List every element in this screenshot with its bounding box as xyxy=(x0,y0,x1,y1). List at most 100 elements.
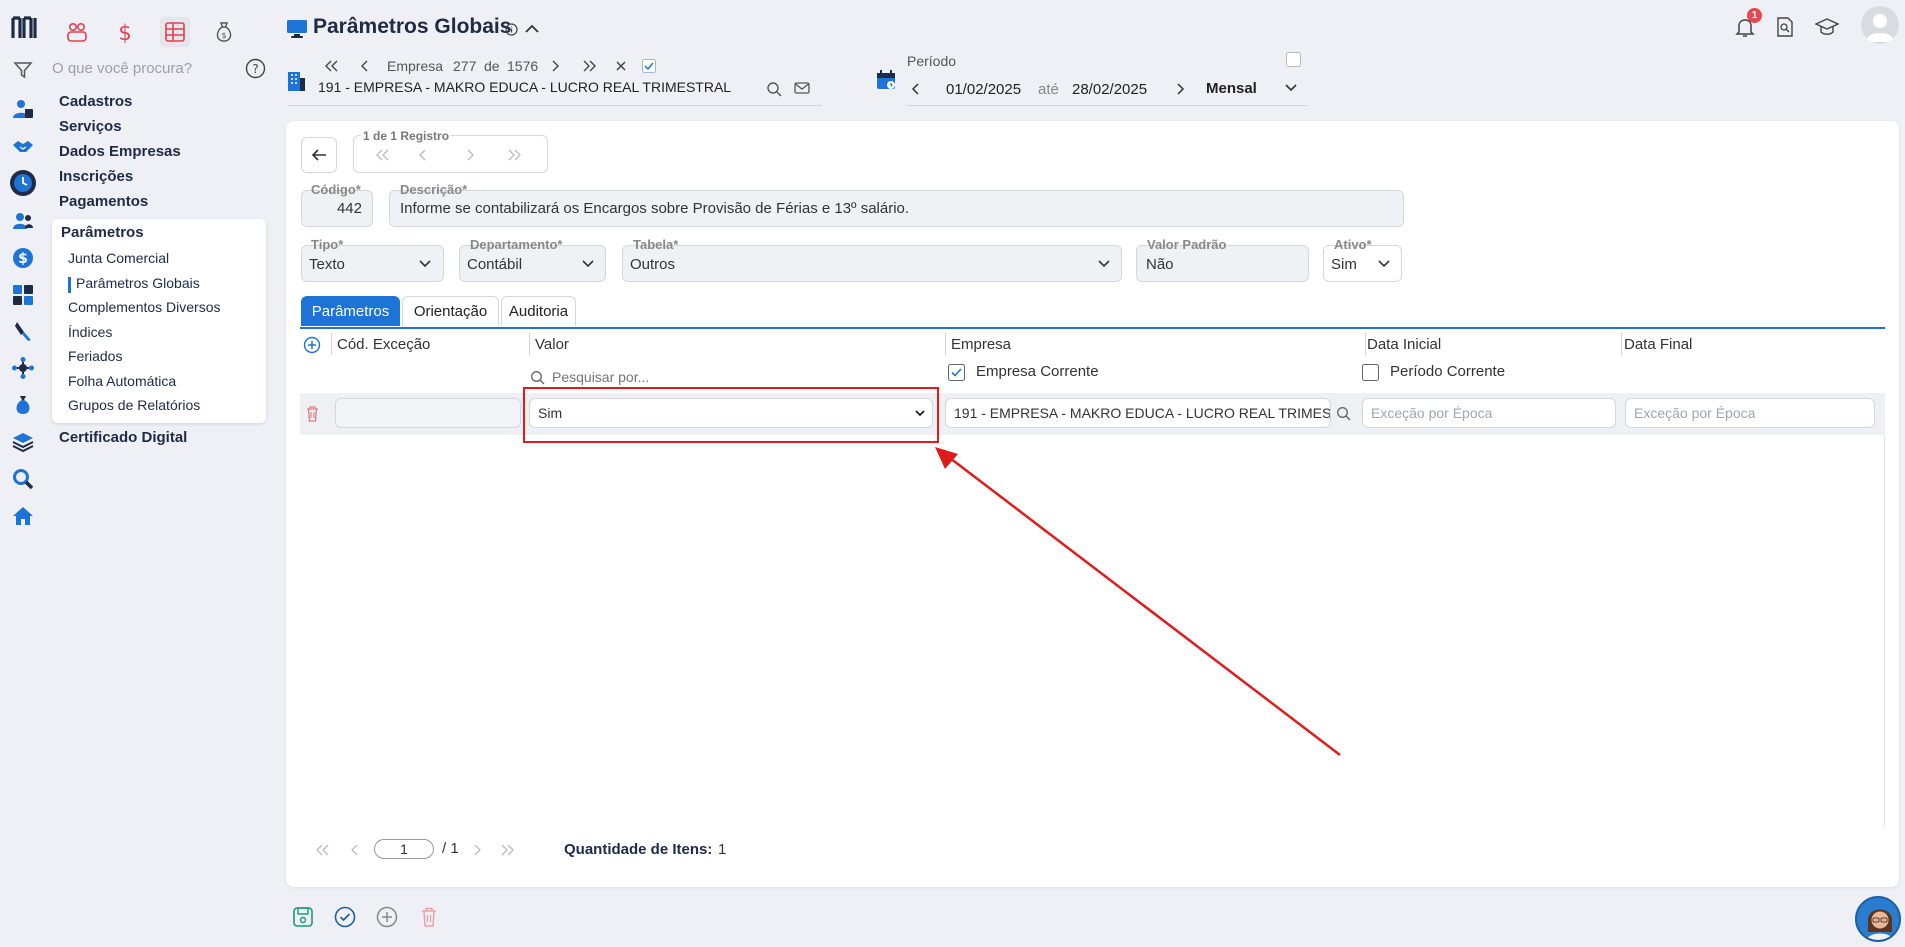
descricao-field[interactable]: Informe se contabilizará os Encargos sob… xyxy=(389,190,1404,227)
collapse-chevron-icon[interactable] xyxy=(524,22,540,36)
table-module-icon[interactable] xyxy=(160,17,190,47)
save-icon[interactable] xyxy=(292,906,314,928)
empresa-search-icon[interactable] xyxy=(1336,406,1351,421)
submenu-item-feriados[interactable]: Feriados xyxy=(68,348,122,364)
descricao-value: Informe se contabilizará os Encargos sob… xyxy=(400,200,910,217)
network-icon[interactable] xyxy=(10,355,36,381)
pager-last-icon[interactable] xyxy=(500,843,516,857)
column-divider xyxy=(529,333,530,355)
submenu-item-folha-automatica[interactable]: Folha Automática xyxy=(68,373,176,389)
tab-parametros[interactable]: Parâmetros xyxy=(301,296,400,326)
pager-page-input[interactable]: 1 xyxy=(374,839,434,859)
col-data-final[interactable]: Data Final xyxy=(1624,336,1692,353)
app-logo-icon[interactable] xyxy=(11,15,37,41)
mail-icon[interactable] xyxy=(794,81,810,95)
next-record-icon[interactable] xyxy=(465,148,475,162)
col-cod-excecao[interactable]: Cód. Exceção xyxy=(337,336,430,353)
company-name[interactable]: 191 - EMPRESA - MAKRO EDUCA - LUCRO REAL… xyxy=(318,79,731,95)
period-end[interactable]: 28/02/2025 xyxy=(1072,81,1147,98)
money-module-icon[interactable]: $ xyxy=(209,17,239,47)
dollar-coin-icon[interactable]: $ xyxy=(10,245,36,271)
tab-auditoria[interactable]: Auditoria xyxy=(501,296,576,326)
tabela-label: Tabela* xyxy=(633,237,679,252)
delete-icon[interactable] xyxy=(419,906,439,928)
active-indicator xyxy=(68,277,71,293)
menu-dados-empresas[interactable]: Dados Empresas xyxy=(59,143,181,160)
add-row-icon[interactable] xyxy=(303,336,321,354)
info-icon[interactable] xyxy=(505,23,518,36)
sidebar-search-input[interactable] xyxy=(52,57,242,79)
period-start[interactable]: 01/02/2025 xyxy=(946,81,1021,98)
submenu-item-parametros-globais[interactable]: Parâmetros Globais xyxy=(76,275,200,291)
record-nav-label: 1 de 1 Registro xyxy=(361,129,452,143)
valor-padrao-label: Valor Padrão xyxy=(1147,237,1227,252)
user-avatar[interactable] xyxy=(1861,6,1899,44)
help-icon[interactable]: ? xyxy=(245,58,266,79)
submenu-item-indices[interactable]: Índices xyxy=(68,324,112,340)
money-bag-icon[interactable] xyxy=(10,392,36,418)
magnifier-icon[interactable] xyxy=(10,466,36,492)
annotation-arrow-icon xyxy=(935,447,1341,756)
next-period-icon[interactable] xyxy=(1175,82,1185,96)
pager-prev-icon[interactable] xyxy=(350,843,360,857)
codigo-value: 442 xyxy=(336,200,362,217)
periodo-corrente-label: Período Corrente xyxy=(1390,363,1506,380)
empresa-corrente-checkbox[interactable] xyxy=(948,364,965,381)
col-data-inicial[interactable]: Data Inicial xyxy=(1367,336,1441,353)
tabela-select[interactable]: Outros xyxy=(622,245,1122,282)
col-valor[interactable]: Valor xyxy=(535,336,569,353)
tabela-value: Outros xyxy=(630,256,676,273)
back-button[interactable] xyxy=(301,137,337,173)
assistant-avatar[interactable] xyxy=(1855,896,1901,942)
confirm-icon[interactable] xyxy=(334,906,356,928)
data-inicial-input[interactable]: Exceção por Época xyxy=(1362,398,1616,428)
menu-inscricoes[interactable]: Inscrições xyxy=(59,168,133,185)
delete-row-icon[interactable] xyxy=(305,405,320,422)
home-icon[interactable] xyxy=(10,503,36,529)
valor-filter-input[interactable] xyxy=(552,367,932,387)
period-field: 01/02/2025 até 28/02/2025 Mensal xyxy=(907,76,1307,106)
menu-pagamentos[interactable]: Pagamentos xyxy=(59,193,148,210)
periodo-corrente-checkbox[interactable] xyxy=(1362,364,1379,381)
clock-icon[interactable] xyxy=(10,170,36,196)
menu-certificado-digital[interactable]: Certificado Digital xyxy=(59,429,187,446)
menu-servicos[interactable]: Serviços xyxy=(59,118,122,135)
people-icon[interactable] xyxy=(10,208,36,234)
last-record-icon[interactable] xyxy=(507,148,523,162)
submenu-item-grupos-relatorios[interactable]: Grupos de Relatórios xyxy=(68,397,200,413)
empresa-input[interactable]: 191 - EMPRESA - MAKRO EDUCA - LUCRO REAL… xyxy=(945,398,1331,428)
graduation-cap-icon[interactable] xyxy=(1815,16,1839,38)
layers-icon[interactable] xyxy=(10,429,36,455)
icon-rail: $ xyxy=(0,0,46,947)
document-search-icon[interactable] xyxy=(1774,16,1796,38)
dollar-module-icon[interactable]: $ xyxy=(110,17,140,47)
add-icon[interactable] xyxy=(376,906,398,928)
handshake-icon[interactable] xyxy=(10,133,36,159)
calculator-icon[interactable] xyxy=(10,282,36,308)
company-field: 191 - EMPRESA - MAKRO EDUCA - LUCRO REAL… xyxy=(287,68,822,106)
submenu-title[interactable]: Parâmetros xyxy=(61,224,144,241)
period-checkbox[interactable] xyxy=(1286,52,1301,67)
submenu-item-complementos-diversos[interactable]: Complementos Diversos xyxy=(68,299,221,315)
tabela-chevron-icon xyxy=(1097,258,1111,270)
monitor-icon xyxy=(286,18,308,40)
period-mode[interactable]: Mensal xyxy=(1206,80,1257,97)
submenu-item-junta-comercial[interactable]: Junta Comercial xyxy=(68,250,169,266)
prev-period-icon[interactable] xyxy=(911,82,921,96)
period-mode-chevron-icon[interactable] xyxy=(1284,82,1298,94)
menu-cadastros[interactable]: Cadastros xyxy=(59,93,132,110)
tools-icon[interactable] xyxy=(10,318,36,344)
people-module-icon[interactable] xyxy=(62,17,92,47)
data-final-input[interactable]: Exceção por Época xyxy=(1625,398,1875,428)
cod-excecao-input[interactable] xyxy=(335,398,521,428)
pager-first-icon[interactable] xyxy=(314,843,330,857)
first-record-icon[interactable] xyxy=(374,148,390,162)
users-register-icon[interactable] xyxy=(10,96,36,122)
column-divider xyxy=(331,333,332,355)
ativo-value: Sim xyxy=(1331,256,1357,273)
company-search-icon[interactable] xyxy=(766,81,782,97)
prev-record-icon[interactable] xyxy=(418,148,428,162)
pager-next-icon[interactable] xyxy=(472,843,482,857)
tab-orientacao[interactable]: Orientação xyxy=(402,296,499,326)
col-empresa[interactable]: Empresa xyxy=(951,336,1011,353)
